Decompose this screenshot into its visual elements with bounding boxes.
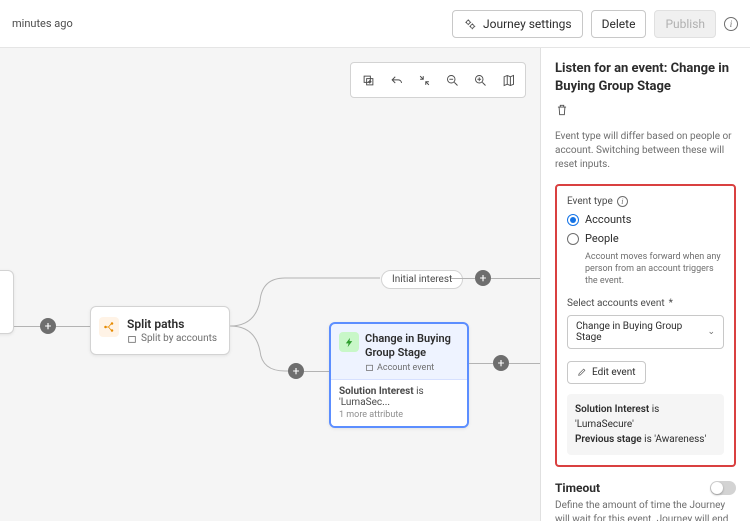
edge bbox=[451, 278, 475, 279]
duplicate-icon[interactable] bbox=[355, 67, 381, 93]
info-icon[interactable]: i bbox=[724, 17, 738, 31]
split-icon bbox=[99, 317, 119, 337]
add-node-button[interactable]: + bbox=[288, 363, 304, 379]
accounts-icon bbox=[127, 334, 137, 344]
gear-icon bbox=[463, 17, 477, 31]
collapse-icon[interactable] bbox=[411, 67, 437, 93]
radio-input[interactable] bbox=[567, 214, 579, 226]
undo-icon[interactable] bbox=[383, 67, 409, 93]
zoom-out-icon[interactable] bbox=[439, 67, 465, 93]
edge bbox=[14, 326, 42, 327]
map-icon[interactable] bbox=[495, 67, 521, 93]
panel-title: Listen for an event: Change in Buying Gr… bbox=[555, 60, 736, 95]
event-node[interactable]: Change in Buying Group Stage Account eve… bbox=[329, 322, 469, 428]
edge bbox=[304, 371, 329, 372]
event-node-title: Change in Buying Group Stage bbox=[365, 332, 459, 361]
trash-icon[interactable] bbox=[555, 103, 569, 117]
event-type-label: Event type i bbox=[567, 196, 724, 207]
timeout-description: Define the amount of time the Journey wi… bbox=[555, 499, 736, 521]
event-config-card: Event type i Accounts People Account mov… bbox=[555, 184, 736, 466]
edge bbox=[509, 363, 540, 364]
properties-panel: Listen for an event: Change in Buying Gr… bbox=[540, 48, 750, 521]
edge bbox=[469, 363, 493, 364]
edge bbox=[491, 278, 540, 279]
zoom-in-icon[interactable] bbox=[467, 67, 493, 93]
journey-settings-button[interactable]: Journey settings bbox=[452, 10, 583, 38]
radio-accounts[interactable]: Accounts bbox=[567, 213, 724, 226]
edge bbox=[56, 326, 90, 327]
timeout-toggle[interactable] bbox=[710, 481, 736, 495]
add-node-button[interactable]: + bbox=[475, 270, 491, 286]
add-node-button[interactable]: + bbox=[40, 318, 56, 334]
accounts-icon bbox=[365, 363, 374, 372]
journey-settings-label: Journey settings bbox=[483, 17, 572, 31]
split-node-sub: Split by accounts bbox=[127, 333, 219, 344]
select-event-label: Select accounts event* bbox=[567, 298, 724, 309]
publish-button: Publish bbox=[654, 10, 716, 38]
partial-node[interactable] bbox=[0, 270, 14, 334]
path-label-initial-interest[interactable]: Initial interest bbox=[381, 270, 463, 289]
info-icon[interactable]: i bbox=[617, 196, 628, 207]
panel-description: Event type will differ based on people o… bbox=[555, 130, 736, 172]
split-paths-node[interactable]: Split paths Split by accounts bbox=[90, 306, 230, 355]
event-more-attributes: 1 more attribute bbox=[339, 410, 459, 420]
filter-summary: Solution Interest is 'LumaSecure' Previo… bbox=[567, 394, 724, 455]
add-node-button[interactable]: + bbox=[493, 355, 509, 371]
lightning-icon bbox=[339, 332, 359, 352]
radio-people[interactable]: People bbox=[567, 232, 724, 245]
edit-event-button[interactable]: Edit event bbox=[567, 361, 646, 384]
chevron-down-icon: ⌄ bbox=[707, 327, 715, 337]
timeout-title: Timeout bbox=[555, 481, 600, 495]
canvas-toolbar bbox=[350, 62, 526, 98]
split-node-title: Split paths bbox=[127, 317, 219, 331]
journey-canvas[interactable]: + Split paths Split by accounts Initial … bbox=[0, 48, 540, 521]
pencil-icon bbox=[577, 367, 587, 377]
event-node-sub: Account event bbox=[365, 363, 459, 373]
last-saved-text: minutes ago bbox=[12, 17, 73, 30]
event-filter-line: Solution Interest is 'LumaSec... bbox=[339, 386, 459, 408]
accounts-description: Account moves forward when any person fr… bbox=[585, 251, 724, 287]
accounts-event-select[interactable]: Change in Buying Group Stage ⌄ bbox=[567, 315, 724, 349]
delete-button[interactable]: Delete bbox=[591, 10, 647, 38]
radio-input[interactable] bbox=[567, 233, 579, 245]
